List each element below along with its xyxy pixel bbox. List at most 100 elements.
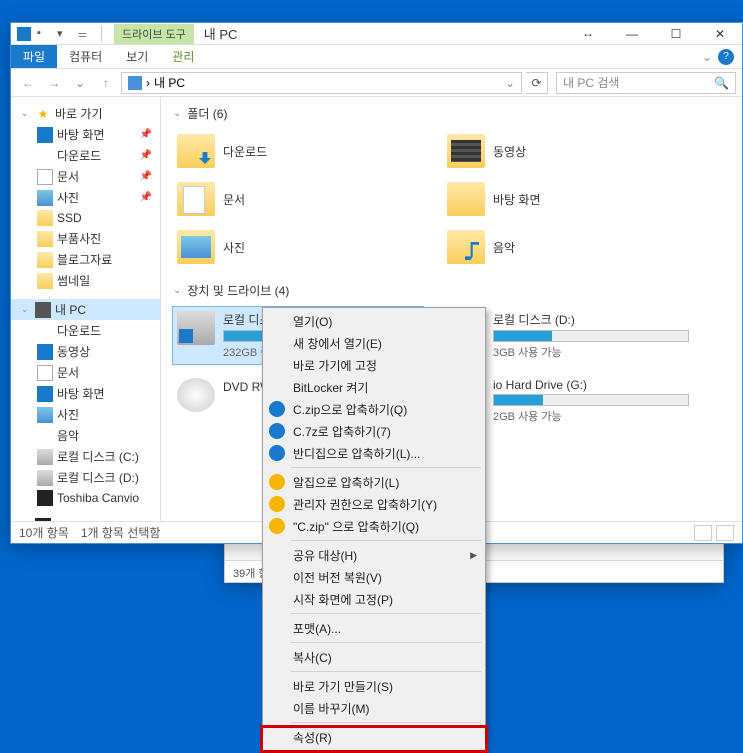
nav-item[interactable]: 음악 [11,425,160,446]
pin-icon: 📌 [140,192,156,203]
nav-this-pc[interactable]: ⌄ 내 PC [11,299,160,320]
item-icon [37,449,53,465]
view-details-button[interactable] [694,525,712,541]
folder-icon [447,134,485,168]
recent-button[interactable]: ⌄ [69,72,91,94]
qat-btn[interactable]: ▾ [57,27,71,41]
menu-item[interactable]: 속성(R) [265,726,483,748]
minimize-button[interactable]: — [610,23,654,45]
menu-item[interactable]: 복사(C) [265,646,483,668]
menu-item[interactable]: 공유 대상(H)▶ [265,544,483,566]
qat-btn[interactable]: ＝ [77,27,91,41]
path-segment[interactable]: › [146,76,150,90]
group-drives[interactable]: ⌄ 장치 및 드라이브 (4) [173,282,730,299]
chevron-down-icon: ⌄ [173,285,181,296]
menu-icon [269,423,285,439]
nav-item[interactable]: Toshiba Canvio [11,488,160,508]
nav-item[interactable]: 바탕 화면📌 [11,124,160,145]
menu-item[interactable]: 바로 가기에 고정 [265,354,483,376]
forward-button[interactable]: → [43,72,65,94]
submenu-arrow-icon: ▶ [470,550,477,561]
folder-icon [447,230,485,264]
nav-quick-access[interactable]: ⌄ ★ 바로 가기 [11,103,160,124]
folder-item[interactable]: 음악 [443,226,693,268]
search-placeholder: 내 PC 검색 [563,74,619,91]
menu-item[interactable]: 시작 화면에 고정(P) [265,588,483,610]
nav-item[interactable]: 문서📌 [11,166,160,187]
item-icon [37,344,53,360]
ribbon-tab[interactable]: 보기 [114,45,160,68]
menu-item[interactable]: 알집으로 압축하기(L) [265,471,483,493]
nav-network-drive[interactable]: › Toshiba Canvio H [11,516,160,521]
menu-item[interactable]: 새 창에서 열기(E) [265,332,483,354]
path-segment[interactable]: 내 PC [154,74,185,91]
separator [291,613,481,614]
menu-item[interactable]: C.zip으로 압축하기(Q) [265,398,483,420]
view-large-button[interactable] [716,525,734,541]
menu-item[interactable]: 반디집으로 압축하기(L)... [265,442,483,464]
qat-btn[interactable]: ▪ [37,27,51,41]
breadcrumb[interactable]: › 내 PC ⌄ [121,72,522,94]
opts-icon[interactable]: ↔ [566,23,610,45]
ribbon-tab-contextual[interactable]: 관리 [160,45,206,68]
search-input[interactable]: 내 PC 검색 🔍 [556,72,736,94]
ribbon-expand-icon[interactable]: ⌄ [702,50,712,64]
nav-item[interactable]: 사진 [11,404,160,425]
nav-item[interactable]: 문서 [11,362,160,383]
refresh-button[interactable]: ⟳ [526,72,548,94]
item-icon [37,428,53,444]
nav-item[interactable]: 로컬 디스크 (C:) [11,446,160,467]
expand-icon[interactable]: ⌄ [21,304,31,315]
window-title: 내 PC [204,24,566,43]
item-icon [37,169,53,185]
capacity-bar [493,394,689,406]
folder-item[interactable]: 사진 [173,226,423,268]
help-icon[interactable]: ? [718,49,734,65]
nav-item[interactable]: 썸네일 [11,270,160,291]
nav-item[interactable]: 다운로드📌 [11,145,160,166]
dropdown-icon[interactable]: ⌄ [505,76,515,90]
group-folders[interactable]: ⌄ 폴더 (6) [173,105,730,122]
menu-item[interactable]: 이전 버전 복원(V) [265,566,483,588]
nav-item[interactable]: SSD [11,208,160,228]
item-icon [37,127,53,143]
maximize-button[interactable]: ☐ [654,23,698,45]
back-button[interactable]: ← [17,72,39,94]
folder-item[interactable]: 동영상 [443,130,693,172]
nav-item[interactable]: 사진📌 [11,187,160,208]
separator [291,671,481,672]
nav-pane: ⌄ ★ 바로 가기 바탕 화면📌다운로드📌문서📌사진📌SSD부품사진블로그자료썸… [11,97,161,521]
window-controls: ↔ — ☐ ✕ [566,23,742,45]
menu-item[interactable]: 관리자 권한으로 압축하기(Y) [265,493,483,515]
menu-item[interactable]: C.7z로 압축하기(7) [265,420,483,442]
capacity-bar [493,330,689,342]
file-tab[interactable]: 파일 [11,45,57,68]
nav-item[interactable]: 블로그자료 [11,249,160,270]
menu-item[interactable]: "C.zip" 으로 압축하기(Q) [265,515,483,537]
folder-item[interactable]: 문서 [173,178,423,220]
separator [291,722,481,723]
folder-item[interactable]: 다운로드 [173,130,423,172]
context-menu: 열기(O)새 창에서 열기(E)바로 가기에 고정BitLocker 켜기C.z… [262,307,486,751]
nav-item[interactable]: 동영상 [11,341,160,362]
nav-item[interactable]: 로컬 디스크 (D:) [11,467,160,488]
status-count: 10개 항목 [19,524,69,541]
menu-item[interactable]: 포맷(A)... [265,617,483,639]
item-icon [37,231,53,247]
ribbon-tab[interactable]: 컴퓨터 [57,45,114,68]
close-button[interactable]: ✕ [698,23,742,45]
menu-item[interactable]: 열기(O) [265,310,483,332]
menu-item[interactable]: BitLocker 켜기 [265,376,483,398]
up-button[interactable]: ↑ [95,72,117,94]
menu-item[interactable]: 바로 가기 만들기(S) [265,675,483,697]
menu-item[interactable]: 이름 바꾸기(M) [265,697,483,719]
ribbon: 파일 컴퓨터 보기 관리 ⌄ ? [11,45,742,69]
nav-item[interactable]: 바탕 화면 [11,383,160,404]
search-icon: 🔍 [714,76,729,90]
folder-item[interactable]: 바탕 화면 [443,178,693,220]
pin-icon: 📌 [140,150,156,161]
contextual-tab-label: 드라이브 도구 [114,24,194,44]
nav-item[interactable]: 부품사진 [11,228,160,249]
expand-icon[interactable]: ⌄ [21,108,31,119]
nav-item[interactable]: 다운로드 [11,320,160,341]
